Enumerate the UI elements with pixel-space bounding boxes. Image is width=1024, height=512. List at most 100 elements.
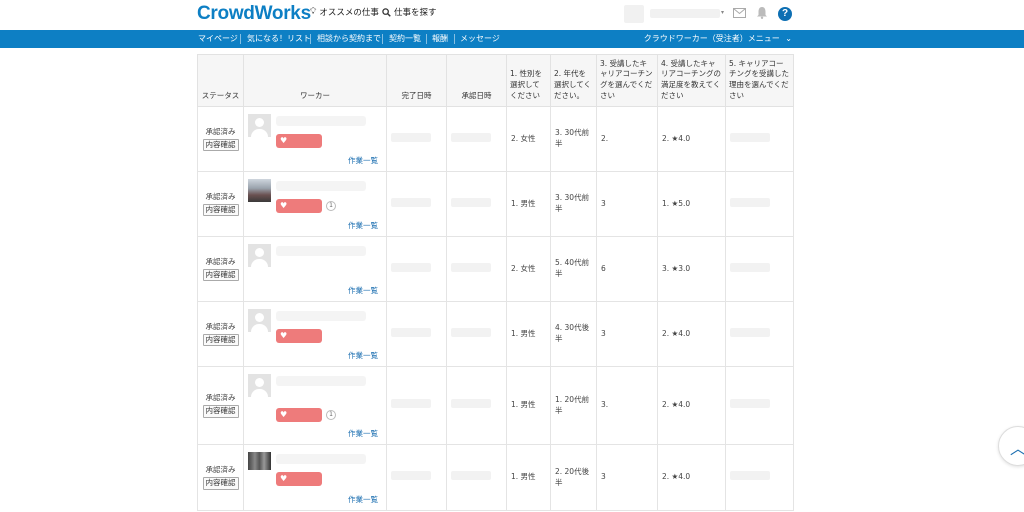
avatar[interactable] — [248, 308, 271, 332]
q4-answer: 2. ★4.0 — [657, 106, 726, 172]
q2-answer: 1. 20代前半 — [550, 366, 597, 445]
status-text: 承認済み — [205, 465, 236, 475]
q2-answer: 3. 30代前半 — [550, 106, 597, 172]
heart-icon[interactable]: ♥ — [276, 328, 322, 343]
nav-contracts[interactable]: 契約一覧 — [389, 33, 421, 44]
worker-name[interactable] — [276, 375, 366, 386]
avatar[interactable] — [248, 178, 271, 202]
user-name[interactable] — [650, 9, 720, 18]
status-text: 承認済み — [205, 191, 236, 201]
scroll-to-top-button[interactable]: ︿ — [998, 426, 1024, 466]
worker-cell: ♥ 作業一覧 — [243, 444, 387, 511]
q4-answer: 2. ★4.0 — [657, 301, 726, 367]
lightbulb-icon: 💡︎ — [310, 7, 317, 17]
worker-name[interactable] — [276, 310, 366, 321]
completed-date-cell — [386, 301, 447, 367]
status-text: 承認済み — [205, 126, 236, 136]
q1-answer: 2. 女性 — [506, 106, 551, 172]
status-cell: 承認済み 内容確認 — [197, 444, 244, 511]
heart-icon[interactable]: ♥ — [276, 471, 322, 486]
table-row: 承認済み 内容確認 ♥ 1 作業一覧 1. 男性 3. 30代前半 3 1. ★… — [197, 171, 794, 237]
heart-icon[interactable]: ♥ — [276, 198, 322, 213]
q2-answer: 5. 40代前半 — [550, 236, 597, 302]
status-cell: 承認済み 内容確認 — [197, 106, 244, 172]
completed-date-cell — [386, 106, 447, 172]
avatar[interactable] — [248, 243, 271, 267]
avatar[interactable] — [248, 451, 271, 470]
confirm-content-button[interactable]: 内容確認 — [202, 268, 239, 282]
worker-name[interactable] — [276, 115, 366, 126]
bell-icon[interactable] — [756, 6, 768, 19]
works-list-link[interactable]: 作業一覧 — [348, 286, 378, 297]
status-cell: 承認済み 内容確認 — [197, 366, 244, 445]
user-avatar[interactable] — [624, 5, 644, 23]
header-q5-reason: 5. キャリアコーチングを受講した理由を選んでください — [725, 54, 794, 107]
q4-answer: 3. ★3.0 — [657, 236, 726, 302]
q1-answer: 1. 男性 — [506, 366, 551, 445]
nav-watchlist[interactable]: 気になる！リスト — [247, 33, 311, 44]
works-list-link[interactable]: 作業一覧 — [348, 495, 378, 506]
help-icon[interactable]: ? — [778, 7, 792, 21]
approved-date-cell — [446, 301, 507, 367]
chevron-down-icon[interactable]: ▾ — [721, 9, 724, 16]
nav-mypage[interactable]: マイページ — [198, 33, 238, 44]
worker-name[interactable] — [276, 245, 366, 256]
avatar[interactable] — [248, 373, 271, 397]
worker-cell: ♥ 1 作業一覧 — [243, 171, 387, 237]
table-header-row: ステータス ワーカー 完了日時 承認日時 1. 性別を選択してください 2. 年… — [197, 54, 794, 107]
confirm-content-button[interactable]: 内容確認 — [202, 138, 239, 152]
heart-icon[interactable]: ♥ — [276, 133, 322, 148]
nav-messages[interactable]: メッセージ — [460, 33, 500, 44]
worker-menu-dropdown[interactable]: クラウドワーカー（受注者）メニュー ⌄ — [644, 33, 792, 44]
q3-answer: 3. — [596, 366, 658, 445]
chevron-up-icon: ︿ — [1010, 435, 1024, 459]
status-cell: 承認済み 内容確認 — [197, 301, 244, 367]
approved-date-cell — [446, 106, 507, 172]
works-list-link[interactable]: 作業一覧 — [348, 429, 378, 440]
recommended-jobs-link[interactable]: 💡︎ オススメの仕事 — [310, 6, 379, 18]
nav-consult-to-contract[interactable]: 相談から契約まで — [317, 33, 381, 44]
q3-answer: 3 — [596, 301, 658, 367]
avatar[interactable] — [248, 113, 271, 137]
works-list-link[interactable]: 作業一覧 — [348, 156, 378, 167]
status-cell: 承認済み 内容確認 — [197, 171, 244, 237]
header-q1-gender: 1. 性別を選択してください — [506, 54, 551, 107]
q3-answer: 6 — [596, 236, 658, 302]
search-icon — [382, 7, 391, 17]
q5-answer — [725, 366, 794, 445]
worker-cell: ♥ 作業一覧 — [243, 301, 387, 367]
header-approved: 承認日時 — [446, 54, 507, 107]
works-list-link[interactable]: 作業一覧 — [348, 221, 378, 232]
q2-answer: 4. 30代後半 — [550, 301, 597, 367]
confirm-content-button[interactable]: 内容確認 — [202, 405, 239, 418]
worker-name[interactable] — [276, 180, 366, 191]
top-header: CrowdWorks 💡︎ オススメの仕事 仕事を探す ▾ ? — [0, 0, 1024, 30]
table-row: 承認済み 内容確認 作業一覧 2. 女性 5. 40代前半 6 3. ★3.0 — [197, 236, 794, 302]
q4-answer: 2. ★4.0 — [657, 444, 726, 511]
q1-answer: 1. 男性 — [506, 171, 551, 237]
q5-answer — [725, 106, 794, 172]
q1-answer: 2. 女性 — [506, 236, 551, 302]
crowdworks-logo[interactable]: CrowdWorks — [197, 3, 311, 25]
main-nav: マイページ 気になる！リスト 相談から契約まで 契約一覧 報酬 メッセージ クラ… — [0, 30, 1024, 48]
q4-answer: 1. ★5.0 — [657, 171, 726, 237]
worker-cell: 作業一覧 — [243, 236, 387, 302]
heart-icon[interactable]: ♥ — [276, 407, 322, 422]
search-jobs-link[interactable]: 仕事を探す — [382, 6, 437, 18]
works-list-link[interactable]: 作業一覧 — [348, 351, 378, 362]
mail-icon[interactable] — [733, 8, 746, 18]
nav-payment[interactable]: 報酬 — [432, 33, 448, 44]
status-text: 承認済み — [205, 321, 236, 331]
nav-divider — [310, 34, 311, 44]
task-results-table: ステータス ワーカー 完了日時 承認日時 1. 性別を選択してください 2. 年… — [197, 54, 794, 511]
q5-answer — [725, 444, 794, 511]
table-row: 承認済み 内容確認 ♥ 作業一覧 1. 男性 4. 30代後半 3 2. ★4.… — [197, 301, 794, 367]
table-row: 承認済み 内容確認 ♥ 作業一覧 2. 女性 3. 30代前半 2. 2. ★4… — [197, 106, 794, 172]
table-row: 承認済み 内容確認 ♥ 1 作業一覧 1. 男性 1. 20代前半 3. 2. … — [197, 366, 794, 445]
confirm-content-button[interactable]: 内容確認 — [202, 333, 239, 347]
confirm-content-button[interactable]: 内容確認 — [202, 477, 239, 490]
worker-name[interactable] — [276, 453, 366, 464]
q5-answer — [725, 171, 794, 237]
completed-date-cell — [386, 366, 447, 445]
confirm-content-button[interactable]: 内容確認 — [202, 203, 239, 217]
